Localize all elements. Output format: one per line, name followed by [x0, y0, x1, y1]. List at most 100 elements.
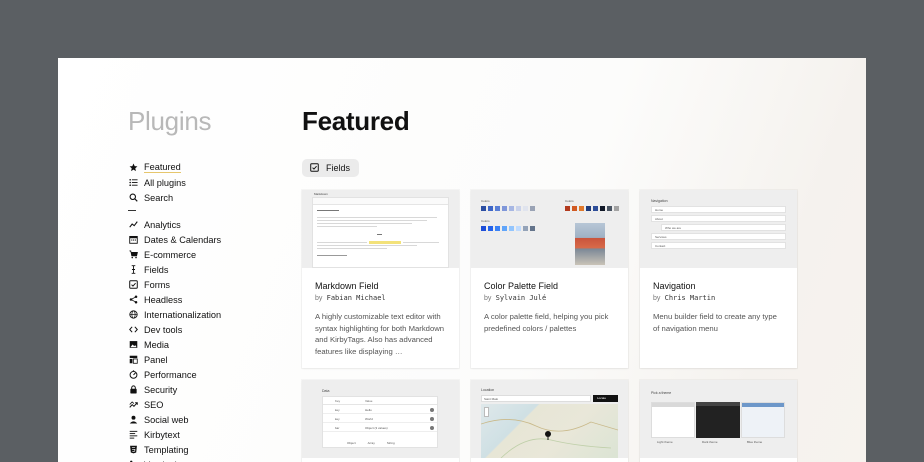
gauge-icon: [128, 370, 138, 380]
plugin-thumbnail: Markdown: [302, 190, 459, 268]
plugin-title: Markdown Field: [315, 281, 379, 291]
sidebar-item-dev-tools[interactable]: Dev tools: [128, 322, 221, 337]
thumb-menu-item: Services: [651, 233, 786, 240]
text-cursor-icon: [128, 265, 138, 275]
filter-chip-fields[interactable]: Fields: [302, 159, 360, 177]
color-swatch: [509, 226, 514, 231]
sidebar-item-label: Dev tools: [144, 324, 183, 335]
code-icon: [128, 325, 138, 335]
thumb-data-row: key Hello: [323, 406, 437, 414]
sidebar-item-kirbytext[interactable]: Kirbytext: [128, 427, 221, 442]
sidebar-item-media[interactable]: Media: [128, 337, 221, 352]
thumb-label-right: Colors: [565, 199, 574, 203]
plugin-card-color-palette-field[interactable]: Colors Colors Colors Color Palette Field…: [471, 190, 628, 368]
page-title: Featured: [302, 106, 410, 136]
sidebar-item-label: Dates & Calendars: [144, 234, 222, 245]
color-swatch: [607, 206, 612, 211]
sidebar-item-label: Social web: [144, 414, 189, 425]
layout-icon: [128, 355, 138, 365]
thumb-data-row: bar Object (3 values): [323, 424, 437, 432]
lock-icon: [128, 385, 138, 395]
sidebar-item-fields[interactable]: Fields: [128, 262, 221, 277]
sidebar-item-versioning[interactable]: Versioning: [128, 457, 221, 462]
list-icon: [128, 178, 138, 188]
color-swatch: [516, 206, 521, 211]
user-icon: [128, 415, 138, 425]
sidebar-item-label: Featured: [144, 162, 181, 173]
checkbox-icon: [310, 163, 320, 173]
sidebar-item-security[interactable]: Security: [128, 382, 221, 397]
color-swatch: [579, 206, 584, 211]
sidebar-item-label: Kirbytext: [144, 429, 180, 440]
plugin-card-markdown-field[interactable]: Markdown Markdown Field by Fabian Michae…: [302, 190, 459, 368]
sidebar-item-label: Headless: [144, 294, 183, 305]
sidebar-item-all-plugins[interactable]: All plugins: [128, 175, 221, 190]
thumb-photo: [575, 223, 605, 265]
plugin-card-navigation[interactable]: Navigation Home About Who we are Services Co…: [640, 190, 797, 368]
plugin-card-location[interactable]: Location Saint Malo Locate: [471, 380, 628, 462]
sidebar-item-search[interactable]: Search: [128, 190, 221, 205]
sidebar-item-label: Panel: [144, 354, 168, 365]
sidebar-item-label: Performance: [144, 369, 197, 380]
html-icon: [128, 445, 138, 455]
color-swatch: [530, 206, 535, 211]
sidebar-item-internationalization[interactable]: Internationalization: [128, 307, 221, 322]
sidebar-item-seo[interactable]: SEO: [128, 397, 221, 412]
color-swatch: [488, 206, 493, 211]
plugins-page: Plugins Featured All plugins Search Analyti…: [58, 58, 866, 462]
plugin-author: by Sylvain Julé: [484, 294, 547, 302]
sidebar-item-label: Forms: [144, 279, 171, 290]
text-icon: [128, 430, 138, 440]
color-swatch: [572, 206, 577, 211]
checkbox-icon: [128, 280, 138, 290]
calendar-icon: [128, 235, 138, 245]
color-swatch: [614, 206, 619, 211]
sidebar-item-analytics[interactable]: Analytics: [128, 217, 221, 232]
sidebar-divider: [128, 205, 221, 217]
thumb-label-second: Colors: [481, 219, 490, 223]
sidebar-item-label: Search: [144, 192, 174, 203]
star-icon: [128, 163, 138, 173]
color-swatch: [593, 206, 598, 211]
thumb-radio-option: Array: [367, 441, 375, 445]
trend-icon: [128, 400, 138, 410]
sidebar-item-label: Internationalization: [144, 309, 222, 320]
sidebar-item-performance[interactable]: Performance: [128, 367, 221, 382]
sidebar-item-social-web[interactable]: Social web: [128, 412, 221, 427]
sidebar-item-templating[interactable]: Templating: [128, 442, 221, 457]
color-swatch: [516, 226, 521, 231]
thumb-menu-item: Contact: [651, 242, 786, 249]
sidebar-item-label: Security: [144, 384, 178, 395]
color-swatch: [523, 206, 528, 211]
thumb-theme-option: Dark theme: [702, 440, 718, 444]
color-swatch: [565, 206, 570, 211]
color-swatch: [502, 226, 507, 231]
thumb-label: Navigation: [651, 199, 668, 203]
sidebar-item-label: Media: [144, 339, 170, 350]
sidebar-item-label: All plugins: [144, 177, 186, 188]
plugin-description: A highly customizable text editor with s…: [315, 312, 445, 356]
thumb-label-left: Colors: [481, 199, 490, 203]
sidebar-item-e-commerce[interactable]: E-commerce: [128, 247, 221, 262]
color-swatch: [509, 206, 514, 211]
plugin-author: by Fabian Michael: [315, 294, 386, 302]
sidebar-item-dates-calendars[interactable]: Dates & Calendars: [128, 232, 221, 247]
plugin-title: Navigation: [653, 281, 696, 291]
plugin-card-data[interactable]: Data Key Value key Hello key World bar Object…: [302, 380, 459, 462]
plugin-card-pick-a-theme[interactable]: Pick a theme Light theme Dark theme Blue t…: [640, 380, 797, 462]
globe-icon: [128, 310, 138, 320]
thumb-label: Location: [481, 388, 495, 392]
brand-title[interactable]: Plugins: [128, 106, 211, 137]
thumb-menu-item: Home: [651, 206, 786, 213]
thumb-theme-option: Light theme: [657, 440, 673, 444]
sidebar-item-featured[interactable]: Featured: [128, 160, 221, 175]
thumb-map: [481, 404, 618, 458]
thumb-label: Markdown: [314, 192, 328, 196]
thumb-header-key: Key: [335, 399, 341, 403]
color-swatch: [495, 226, 500, 231]
sidebar-item-headless[interactable]: Headless: [128, 292, 221, 307]
plugin-author: by Chris Martin: [653, 294, 716, 302]
sidebar-item-panel[interactable]: Panel: [128, 352, 221, 367]
sidebar-item-forms[interactable]: Forms: [128, 277, 221, 292]
thumb-locate-button: Locate: [593, 395, 618, 402]
